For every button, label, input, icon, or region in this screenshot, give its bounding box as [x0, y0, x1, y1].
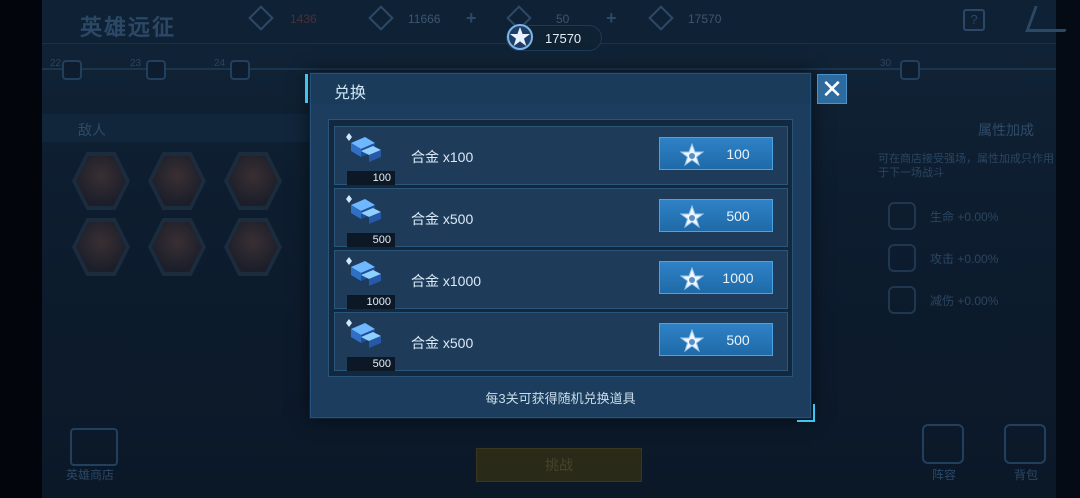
enemy-portrait: [148, 218, 206, 276]
bag-icon: [1004, 424, 1046, 464]
header-accent: [305, 74, 308, 103]
bg-plus-icon: +: [606, 8, 617, 28]
modal-title: 兑换: [334, 85, 367, 102]
exchange-price: 500: [726, 208, 750, 224]
bg-resource-3: 50: [556, 12, 570, 26]
exchange-button[interactable]: 100: [659, 137, 773, 170]
item-name: 合金 x500: [411, 211, 474, 227]
item-count: 500: [347, 233, 395, 247]
list-item: 100 合金 x100 100: [334, 126, 788, 185]
item-name: 合金 x100: [411, 149, 474, 165]
enemy-portrait: [148, 152, 206, 210]
stage-node: [230, 60, 250, 80]
alloy-item-icon-box: 1000: [341, 253, 395, 309]
attribute-description: 可在商店接受强场，属性加成只作用于下一场战斗: [878, 153, 1054, 179]
enemy-panel: 敌人: [42, 114, 312, 284]
attribute-panel: 属性加成 可在商店接受强场，属性加成只作用于下一场战斗 生命 +0.00% 攻击…: [870, 114, 1056, 314]
star-medal-icon: [680, 205, 704, 229]
left-edge: [0, 0, 42, 498]
list-item: 500 合金 x500 500: [334, 188, 788, 247]
exchange-button[interactable]: 1000: [659, 261, 773, 294]
exchange-price: 500: [726, 332, 750, 348]
stage-node-number: 22: [50, 58, 62, 69]
attribute-row: 攻击 +0.00%: [930, 252, 999, 266]
item-count: 1000: [347, 295, 395, 309]
modal-corner-decoration: [797, 404, 815, 422]
star-medal-icon: [507, 24, 533, 50]
alloy-item-icon-box: 500: [341, 315, 395, 371]
alloy-icon: [346, 195, 381, 224]
star-medal-icon: [680, 267, 704, 291]
alloy-icon: [346, 257, 381, 286]
modal-header: 兑换: [305, 74, 810, 104]
stage-node: [62, 60, 82, 80]
alloy-icon: [346, 133, 381, 162]
gift-icon: [70, 428, 118, 466]
help-icon: ?: [963, 9, 985, 31]
gift-label: 英雄商店: [66, 468, 115, 482]
exchange-button[interactable]: 500: [659, 199, 773, 232]
stage-node-number: 24: [214, 58, 226, 69]
enemy-portrait: [224, 218, 282, 276]
bg-resource-1: 1436: [290, 12, 317, 26]
item-name: 合金 x1000: [411, 273, 482, 289]
list-item: 500 合金 x500 500: [334, 312, 788, 371]
enemy-portrait: [72, 152, 130, 210]
exchange-price: 1000: [722, 270, 754, 286]
currency-value: 17570: [545, 31, 582, 46]
enemy-panel-title: 敌人: [42, 114, 310, 142]
star-medal-icon: [680, 329, 704, 353]
exchange-button[interactable]: 500: [659, 323, 773, 356]
alloy-item-icon-box: 100: [341, 129, 395, 185]
exchange-list: 100 合金 x100 100 500 合金 x500 500 1000 合金 …: [328, 119, 793, 377]
stage-node: [900, 60, 920, 80]
attribute-row: 生命 +0.00%: [930, 210, 999, 224]
exchange-price: 100: [726, 146, 750, 162]
shield-icon: [888, 286, 916, 314]
background-title: 英雄远征: [80, 15, 177, 40]
item-name: 合金 x500: [411, 335, 474, 351]
enemy-portrait: [72, 218, 130, 276]
bg-resource-2: 11666: [408, 12, 441, 26]
list-item: 1000 合金 x1000 1000: [334, 250, 788, 309]
bag-label: 背包: [1014, 468, 1039, 482]
close-button[interactable]: ✕: [817, 74, 847, 104]
attribute-row: 减伤 +0.00%: [930, 294, 999, 308]
right-edge: [1056, 0, 1080, 498]
item-count: 500: [347, 357, 395, 371]
heart-icon: [888, 202, 916, 230]
stage-node-number: 30: [880, 58, 892, 69]
swords-icon: [888, 244, 916, 272]
modal-note: 每3关可获得随机兑换道具: [485, 391, 636, 406]
close-icon: ✕: [821, 74, 843, 104]
star-medal-icon: [680, 143, 704, 167]
stage-node: [146, 60, 166, 80]
formation-label: 阵容: [932, 468, 957, 482]
start-button: 挑战: [476, 448, 642, 482]
bg-plus-icon: +: [466, 8, 477, 28]
formation-icon: [922, 424, 964, 464]
attribute-panel-title: 属性加成: [978, 122, 1034, 138]
stage-node-number: 23: [130, 58, 142, 69]
alloy-item-icon-box: 500: [341, 191, 395, 247]
bg-resource-4: 17570: [688, 12, 722, 26]
game-screen: 英雄远征 1436 11666 + 50 + 17570 ? 22 23 24 …: [0, 0, 1080, 498]
item-count: 100: [347, 171, 395, 185]
alloy-icon: [346, 319, 381, 348]
exchange-modal: 兑换 ✕ 100 合金 x100 100 500 合金 x500 500 100…: [305, 73, 847, 422]
enemy-portrait: [224, 152, 282, 210]
currency-pill: 17570: [506, 24, 602, 51]
